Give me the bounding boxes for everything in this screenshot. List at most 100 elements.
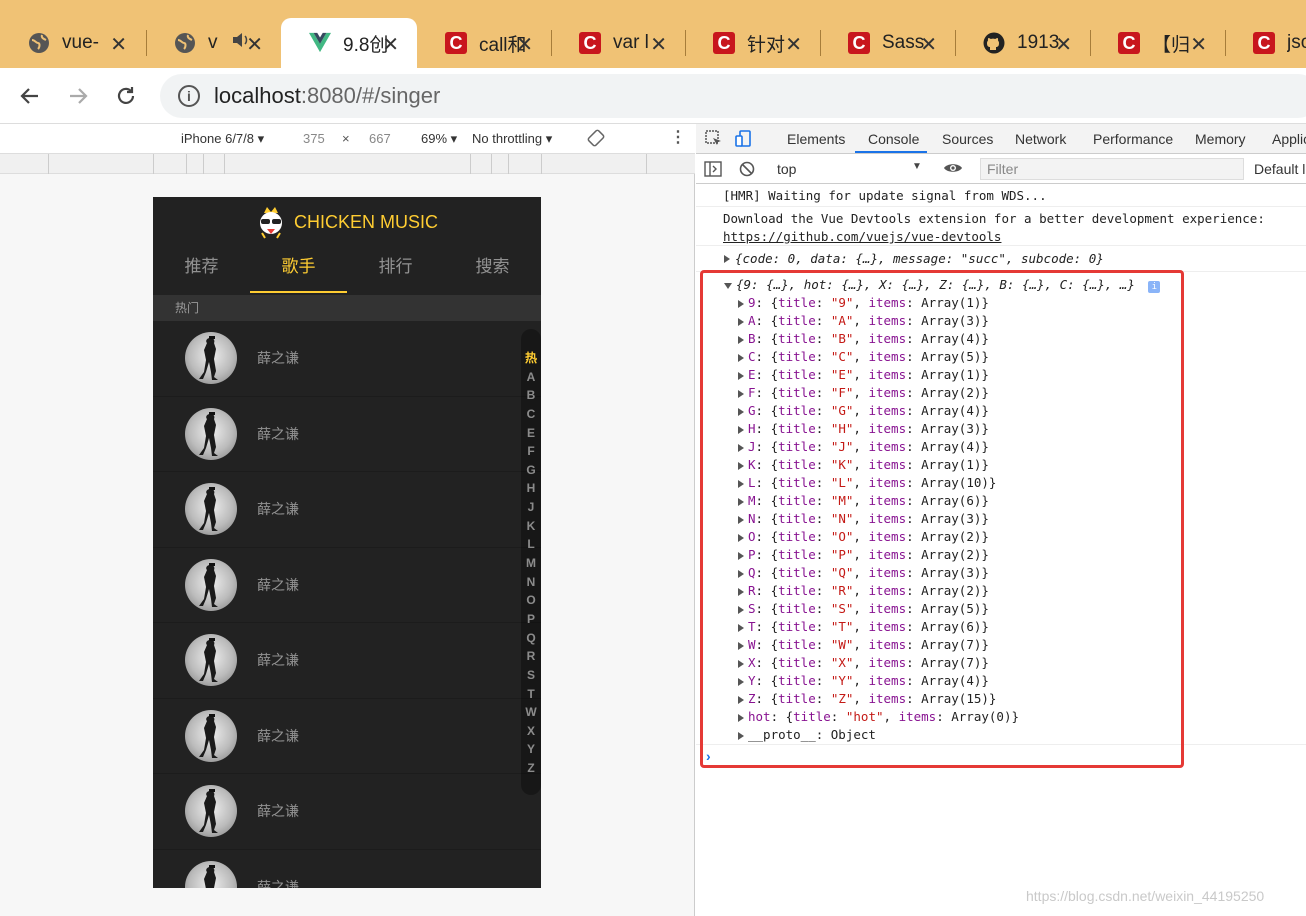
tab-singer[interactable]: 歌手 xyxy=(250,247,347,293)
rotate-icon[interactable] xyxy=(587,129,605,150)
browser-tab[interactable]: C json xyxy=(1225,18,1306,68)
shortcut-letter[interactable]: H xyxy=(521,479,541,498)
throttle-select[interactable]: No throttling ▾ xyxy=(472,131,552,147)
csdn-icon: C xyxy=(1118,32,1140,54)
forward-button[interactable] xyxy=(62,80,94,112)
shortcut-letter[interactable]: R xyxy=(521,647,541,666)
phone-viewport: CHICKEN MUSIC 推荐 歌手 排行 搜索 热门 薛之谦 薛之谦 薛之谦… xyxy=(153,197,541,888)
close-tab-icon[interactable]: ✕ xyxy=(650,32,667,57)
list-item[interactable]: 薛之谦 xyxy=(153,850,541,888)
shortcut-letter[interactable]: Z xyxy=(521,759,541,778)
group-title: 热门 xyxy=(153,295,541,321)
singer-name: 薛之谦 xyxy=(257,803,299,820)
shortcut-letter[interactable]: B xyxy=(521,386,541,405)
shortcut-letter[interactable]: E xyxy=(521,424,541,443)
singer-list[interactable]: 薛之谦 薛之谦 薛之谦 薛之谦 薛之谦 薛之谦 薛之谦 薛之谦 xyxy=(153,321,541,888)
tab-application[interactable]: Applic xyxy=(1272,131,1306,147)
device-height[interactable]: 667 xyxy=(369,131,391,146)
log-levels-select[interactable]: Default le xyxy=(1254,161,1306,177)
tab-memory[interactable]: Memory xyxy=(1195,131,1246,147)
tab-console[interactable]: Console xyxy=(868,131,919,147)
browser-tab[interactable]: 1913 ✕ xyxy=(955,18,1090,68)
browser-tab[interactable]: C Sass ✕ xyxy=(820,18,955,68)
tab-recommend[interactable]: 推荐 xyxy=(153,247,250,293)
tab-rank[interactable]: 排行 xyxy=(347,247,444,293)
list-item[interactable]: 薛之谦 xyxy=(153,321,541,397)
shortcut-letter[interactable]: W xyxy=(521,703,541,722)
context-select[interactable]: top xyxy=(777,161,796,177)
devtools-tab-bar: Elements Console Sources Network Perform… xyxy=(696,124,1306,154)
clear-console-icon[interactable] xyxy=(738,160,756,181)
shortcut-letter[interactable]: O xyxy=(521,591,541,610)
response-summary: {code: 0, data: {…}, message: "succ", su… xyxy=(735,251,1104,266)
tab-search[interactable]: 搜索 xyxy=(444,247,541,293)
shortcut-letter[interactable]: Q xyxy=(521,629,541,648)
devtools-link[interactable]: https://github.com/vuejs/vue-devtools xyxy=(723,228,1306,245)
close-tab-icon[interactable]: ✕ xyxy=(382,32,399,57)
close-tab-icon[interactable]: ✕ xyxy=(246,32,263,57)
shortcut-letter[interactable]: C xyxy=(521,405,541,424)
reload-button[interactable] xyxy=(110,80,142,112)
chicken-logo-icon xyxy=(256,205,286,239)
browser-tab[interactable]: C call和 ✕ xyxy=(417,18,551,68)
alphabet-shortcut[interactable]: 热ABCEFGHJKLMNOPQRSTWXYZ xyxy=(521,329,541,795)
close-tab-icon[interactable]: ✕ xyxy=(1055,32,1072,57)
info-icon[interactable]: i xyxy=(178,85,200,107)
browser-tab-active[interactable]: 9.8创 ✕ xyxy=(281,18,417,68)
device-select[interactable]: iPhone 6/7/8 ▾ xyxy=(181,131,264,147)
list-item[interactable]: 薛之谦 xyxy=(153,623,541,699)
shortcut-letter[interactable]: J xyxy=(521,498,541,517)
browser-tab[interactable]: v ✕ xyxy=(146,18,281,68)
sidebar-toggle-icon[interactable] xyxy=(704,160,722,181)
tab-network[interactable]: Network xyxy=(1015,131,1066,147)
list-item[interactable]: 薛之谦 xyxy=(153,548,541,623)
log-object-response[interactable]: {code: 0, data: {…}, message: "succ", su… xyxy=(696,246,1306,272)
browser-tab[interactable]: vue- ✕ xyxy=(0,18,145,68)
list-item[interactable]: 薛之谦 xyxy=(153,774,541,850)
close-tab-icon[interactable]: ✕ xyxy=(110,32,127,57)
list-item[interactable]: 薛之谦 xyxy=(153,699,541,774)
browser-tab[interactable]: C 【归 ✕ xyxy=(1090,18,1225,68)
shortcut-letter[interactable]: M xyxy=(521,554,541,573)
address-bar[interactable]: i localhost:8080/#/singer xyxy=(160,74,1306,118)
close-tab-icon[interactable]: ✕ xyxy=(1190,32,1207,57)
avatar xyxy=(185,407,237,460)
device-toggle-icon[interactable] xyxy=(734,129,754,149)
shortcut-letter[interactable]: G xyxy=(521,461,541,480)
browser-tab[interactable]: C 针对 ✕ xyxy=(685,18,820,68)
close-tab-icon[interactable]: ✕ xyxy=(920,32,937,57)
expand-arrow-icon[interactable] xyxy=(724,255,730,263)
close-tab-icon[interactable]: ✕ xyxy=(516,32,533,57)
tab-sources[interactable]: Sources xyxy=(942,131,993,147)
shortcut-letter[interactable]: Y xyxy=(521,740,541,759)
avatar xyxy=(185,785,237,838)
eye-icon[interactable] xyxy=(943,159,963,180)
close-tab-icon[interactable]: ✕ xyxy=(785,32,802,57)
shortcut-letter[interactable]: L xyxy=(521,535,541,554)
shortcut-letter[interactable]: A xyxy=(521,368,541,387)
device-width[interactable]: 375 xyxy=(303,131,325,146)
back-button[interactable] xyxy=(14,80,46,112)
tab-performance[interactable]: Performance xyxy=(1093,131,1173,147)
globe-icon xyxy=(174,32,196,54)
shortcut-letter[interactable]: S xyxy=(521,666,541,685)
shortcut-letter[interactable]: P xyxy=(521,610,541,629)
app-header: CHICKEN MUSIC xyxy=(153,197,541,247)
shortcut-letter[interactable]: N xyxy=(521,573,541,592)
shortcut-letter[interactable]: X xyxy=(521,722,541,741)
shortcut-letter[interactable]: F xyxy=(521,442,541,461)
tab-elements[interactable]: Elements xyxy=(787,131,845,147)
more-options-icon[interactable]: ⋮ xyxy=(670,127,686,147)
browser-tab[interactable]: C var l ✕ xyxy=(551,18,685,68)
url-host: localhost xyxy=(214,83,301,108)
filter-input[interactable]: Filter xyxy=(980,158,1244,180)
zoom-select[interactable]: 69% ▾ xyxy=(421,131,457,147)
list-item[interactable]: 薛之谦 xyxy=(153,472,541,548)
singer-name: 薛之谦 xyxy=(257,501,299,518)
inspect-element-icon[interactable] xyxy=(704,129,724,149)
list-item[interactable]: 薛之谦 xyxy=(153,397,541,472)
shortcut-letter[interactable]: K xyxy=(521,517,541,536)
shortcut-letter[interactable]: 热 xyxy=(521,349,541,368)
shortcut-letter[interactable]: T xyxy=(521,685,541,704)
singer-name: 薛之谦 xyxy=(257,425,299,442)
